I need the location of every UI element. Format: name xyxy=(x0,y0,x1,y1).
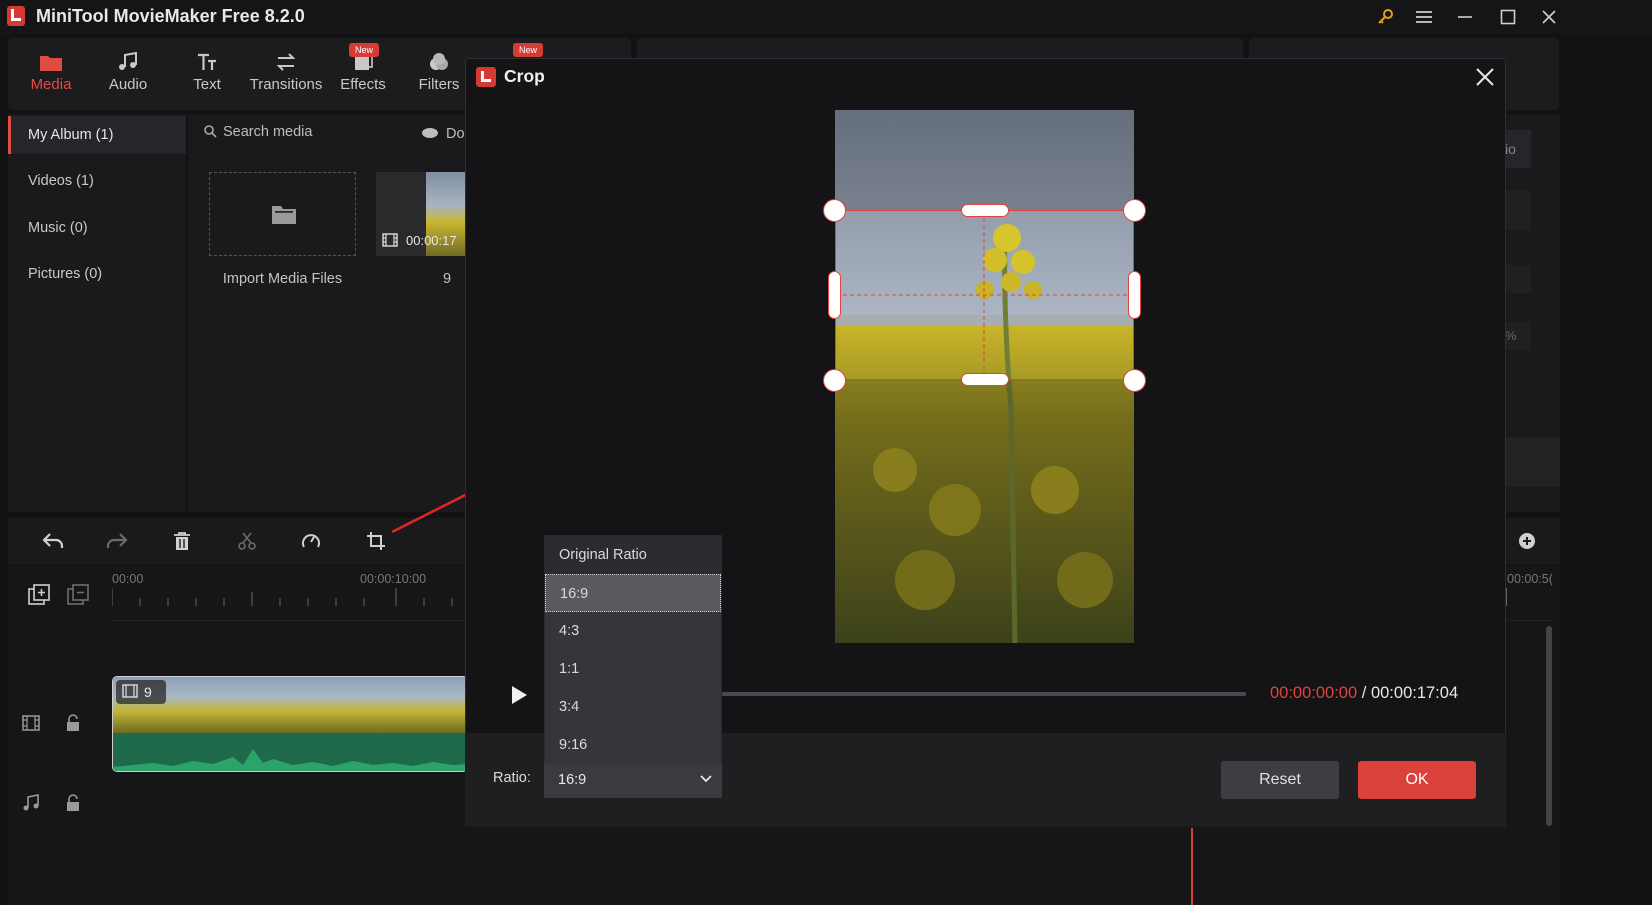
nav-audio[interactable]: Audio xyxy=(89,52,167,104)
crop-mask-top xyxy=(835,110,1134,210)
crop-icon[interactable] xyxy=(363,528,389,554)
crop-handle-bottom-right[interactable] xyxy=(1123,369,1146,392)
download-icon xyxy=(421,126,439,138)
playback-timecode: 00:00:00:00 / 00:00:17:04 xyxy=(1270,684,1458,703)
right-field-1 xyxy=(1505,190,1531,230)
audio-track-lock-icon[interactable] xyxy=(66,794,80,812)
crop-handle-top-left[interactable] xyxy=(823,199,846,222)
timeline-scrollbar[interactable] xyxy=(1546,626,1552,826)
crop-handle-bottom-left[interactable] xyxy=(823,369,846,392)
download-link[interactable]: Do xyxy=(446,126,465,142)
app-logo-icon xyxy=(6,5,26,27)
right-field-2 xyxy=(1505,265,1531,293)
delete-icon[interactable] xyxy=(169,528,195,554)
crop-handle-right[interactable] xyxy=(1128,271,1141,319)
time-separator: / xyxy=(1361,684,1367,702)
album-item-pictures[interactable]: Pictures (0) xyxy=(8,255,186,293)
video-track-icon xyxy=(22,714,40,732)
crop-handle-bottom[interactable] xyxy=(961,373,1009,386)
dialog-title: Crop xyxy=(504,66,545,86)
audio-waveform xyxy=(113,749,467,771)
playhead[interactable] xyxy=(1191,828,1193,905)
minimize-icon[interactable] xyxy=(1453,6,1477,28)
album-item-my-album[interactable]: My Album (1) xyxy=(8,116,186,154)
crop-handle-left[interactable] xyxy=(828,271,841,319)
clip-name: 9 xyxy=(443,271,452,287)
nav-media[interactable]: Media xyxy=(12,52,90,104)
playback-progress-bar[interactable] xyxy=(721,692,1246,696)
album-item-music[interactable]: Music (0) xyxy=(8,209,186,247)
ratio-option-1-1[interactable]: 1:1 xyxy=(545,650,721,688)
ruler-ticks xyxy=(111,588,464,606)
crop-mask-bottom xyxy=(835,380,1134,643)
ratio-option-16-9[interactable]: 16:9 xyxy=(545,574,721,612)
split-scissors-icon[interactable] xyxy=(234,528,260,554)
time-current: 00:00:00:00 xyxy=(1270,684,1358,702)
video-track-lock-icon[interactable] xyxy=(66,714,80,732)
ruler-start: 00:00 xyxy=(112,572,144,586)
music-note-icon xyxy=(119,52,137,70)
nav-transitions[interactable]: Transitions xyxy=(246,52,326,104)
ratio-option-4-3[interactable]: 4:3 xyxy=(545,612,721,650)
transition-icon xyxy=(276,53,296,71)
ratio-option-original[interactable]: Original Ratio xyxy=(545,536,721,574)
zoom-in-icon[interactable] xyxy=(1514,528,1540,554)
right-percent-fragment: % xyxy=(1505,322,1531,350)
text-icon xyxy=(198,53,216,70)
speed-icon[interactable] xyxy=(298,528,324,554)
dialog-logo-icon xyxy=(476,67,496,87)
ruler-end: 00:00:5( xyxy=(1507,572,1552,586)
filters-icon xyxy=(430,53,448,70)
ratio-option-9-16[interactable]: 9:16 xyxy=(545,726,721,764)
right-field-3 xyxy=(1505,437,1560,487)
add-track-icon[interactable] xyxy=(28,584,50,606)
media-folder-icon xyxy=(40,56,62,71)
nav-effects[interactable]: New Effects xyxy=(324,43,402,104)
album-item-videos[interactable]: Videos (1) xyxy=(8,162,186,200)
undo-icon[interactable] xyxy=(40,528,66,554)
time-total: 00:00:17:04 xyxy=(1370,684,1459,702)
audio-track-icon xyxy=(22,794,40,812)
search-input[interactable]: Search media xyxy=(223,124,312,140)
redo-icon[interactable] xyxy=(104,528,130,554)
crop-frame[interactable] xyxy=(835,210,1134,380)
crop-handle-top[interactable] xyxy=(961,204,1009,217)
import-media-label: Import Media Files xyxy=(222,271,343,287)
menu-icon[interactable] xyxy=(1412,6,1436,28)
ok-button[interactable]: OK xyxy=(1358,761,1476,799)
import-media-button[interactable] xyxy=(209,172,356,256)
dialog-close-icon[interactable] xyxy=(1474,66,1496,88)
ruler-mid: 00:00:10:00 xyxy=(360,572,427,586)
search-icon xyxy=(203,124,217,138)
key-icon[interactable] xyxy=(1373,6,1397,28)
ruler-tick-end xyxy=(1506,588,1507,606)
clip-duration: 00:00:17 xyxy=(406,233,457,248)
app-title: MiniTool MovieMaker Free 8.2.0 xyxy=(36,6,305,26)
ratio-select[interactable]: 16:9 xyxy=(544,762,722,798)
remove-track-icon[interactable] xyxy=(67,584,89,606)
film-icon xyxy=(382,233,398,247)
folder-icon xyxy=(272,206,296,224)
play-icon[interactable] xyxy=(510,685,528,705)
clip-film-icon xyxy=(122,684,138,698)
ratio-select-value: 16:9 xyxy=(558,772,587,788)
chevron-down-icon xyxy=(700,775,712,783)
new-badge: New xyxy=(349,43,379,57)
timeline-clip-label: 9 xyxy=(144,684,152,700)
ratio-tab-fragment[interactable]: io xyxy=(1505,130,1531,168)
ratio-label: Ratio: xyxy=(493,770,531,786)
nav-text[interactable]: Text xyxy=(168,52,246,104)
ratio-option-3-4[interactable]: 3:4 xyxy=(545,688,721,726)
reset-button[interactable]: Reset xyxy=(1221,761,1339,799)
crop-handle-top-right[interactable] xyxy=(1123,199,1146,222)
new-badge-extra: New xyxy=(513,43,543,57)
close-window-icon[interactable] xyxy=(1537,6,1561,28)
maximize-icon[interactable] xyxy=(1496,6,1520,28)
